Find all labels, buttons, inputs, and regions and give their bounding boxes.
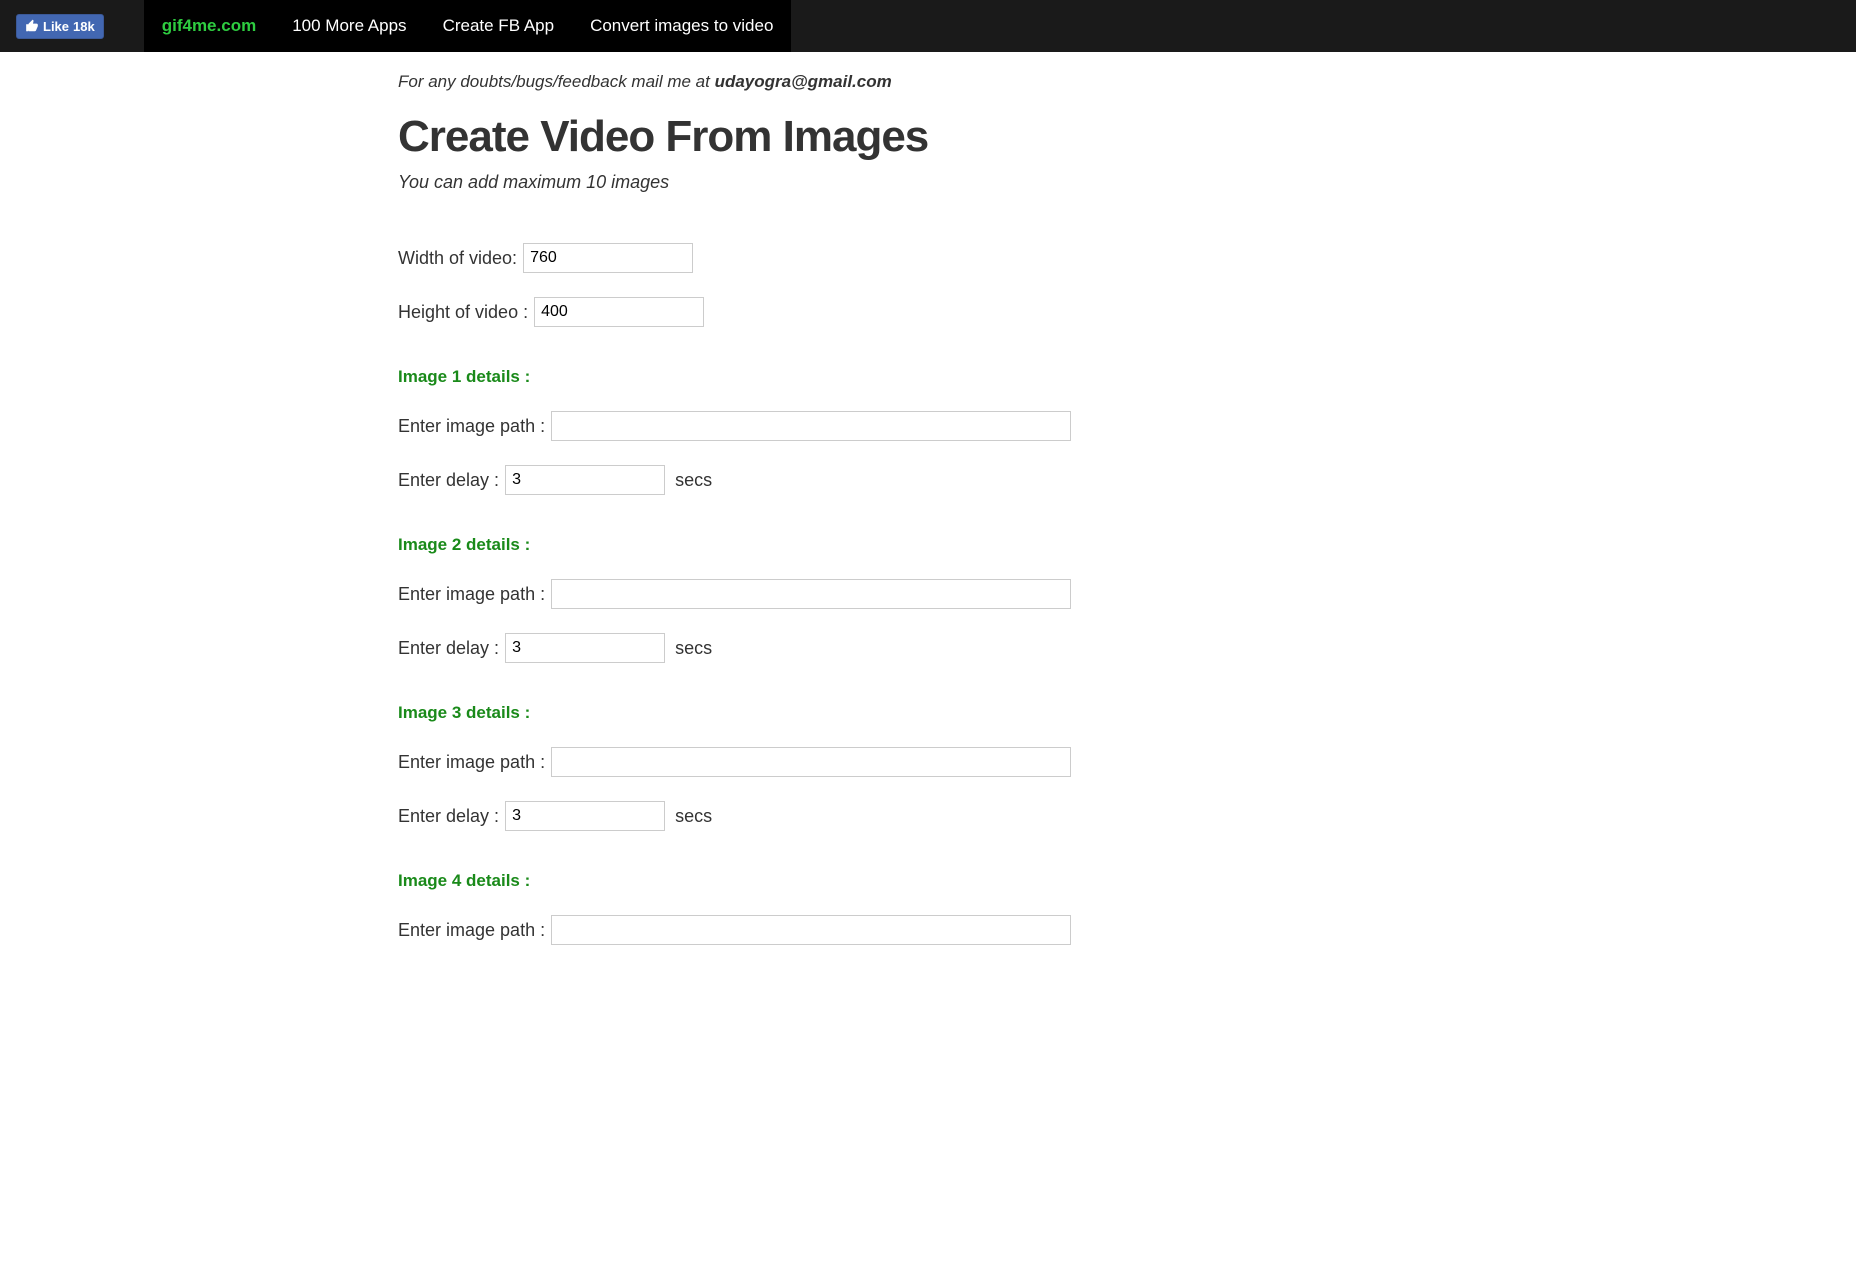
width-label: Width of video: (398, 248, 517, 269)
image-path-input-4[interactable] (551, 915, 1071, 945)
width-input[interactable] (523, 243, 693, 273)
image-path-label: Enter image path : (398, 752, 545, 773)
fb-like-label: Like (43, 19, 69, 34)
width-row: Width of video: (398, 243, 1458, 273)
image-delay-label: Enter delay : (398, 806, 499, 827)
image-heading-3: Image 3 details : (398, 703, 1458, 723)
image-delay-input-3[interactable] (505, 801, 665, 831)
top-navigation-bar: Like 18k gif4me.com100 More AppsCreate F… (0, 0, 1856, 52)
image-path-row-1: Enter image path : (398, 411, 1458, 441)
delay-suffix: secs (675, 806, 712, 827)
image-path-label: Enter image path : (398, 416, 545, 437)
main-content: For any doubts/bugs/feedback mail me at … (398, 52, 1458, 1009)
image-delay-input-1[interactable] (505, 465, 665, 495)
image-path-input-1[interactable] (551, 411, 1071, 441)
page-subtitle: You can add maximum 10 images (398, 172, 1458, 193)
nav-item-2[interactable]: Create FB App (425, 0, 573, 52)
nav-item-0[interactable]: gif4me.com (144, 0, 274, 52)
nav-item-3[interactable]: Convert images to video (572, 0, 791, 52)
image-heading-4: Image 4 details : (398, 871, 1458, 891)
image-delay-label: Enter delay : (398, 470, 499, 491)
delay-suffix: secs (675, 638, 712, 659)
image-delay-row-3: Enter delay : secs (398, 801, 1458, 831)
image-delay-input-2[interactable] (505, 633, 665, 663)
image-delay-label: Enter delay : (398, 638, 499, 659)
height-label: Height of video : (398, 302, 528, 323)
image-heading-1: Image 1 details : (398, 367, 1458, 387)
feedback-email: udayogra@gmail.com (715, 72, 892, 91)
image-path-input-3[interactable] (551, 747, 1071, 777)
image-heading-2: Image 2 details : (398, 535, 1458, 555)
image-path-label: Enter image path : (398, 920, 545, 941)
image-delay-row-1: Enter delay : secs (398, 465, 1458, 495)
page-title: Create Video From Images (398, 112, 1458, 162)
height-input[interactable] (534, 297, 704, 327)
image-path-row-4: Enter image path : (398, 915, 1458, 945)
image-path-row-2: Enter image path : (398, 579, 1458, 609)
nav-item-1[interactable]: 100 More Apps (274, 0, 424, 52)
feedback-line: For any doubts/bugs/feedback mail me at … (398, 72, 1458, 92)
fb-like-count: 18k (73, 19, 95, 34)
height-row: Height of video : (398, 297, 1458, 327)
feedback-prefix: For any doubts/bugs/feedback mail me at (398, 72, 715, 91)
image-path-input-2[interactable] (551, 579, 1071, 609)
thumbs-up-icon (25, 19, 39, 33)
image-path-label: Enter image path : (398, 584, 545, 605)
main-nav: gif4me.com100 More AppsCreate FB AppConv… (144, 0, 792, 52)
delay-suffix: secs (675, 470, 712, 491)
image-path-row-3: Enter image path : (398, 747, 1458, 777)
image-delay-row-2: Enter delay : secs (398, 633, 1458, 663)
facebook-like-button[interactable]: Like 18k (16, 14, 104, 39)
